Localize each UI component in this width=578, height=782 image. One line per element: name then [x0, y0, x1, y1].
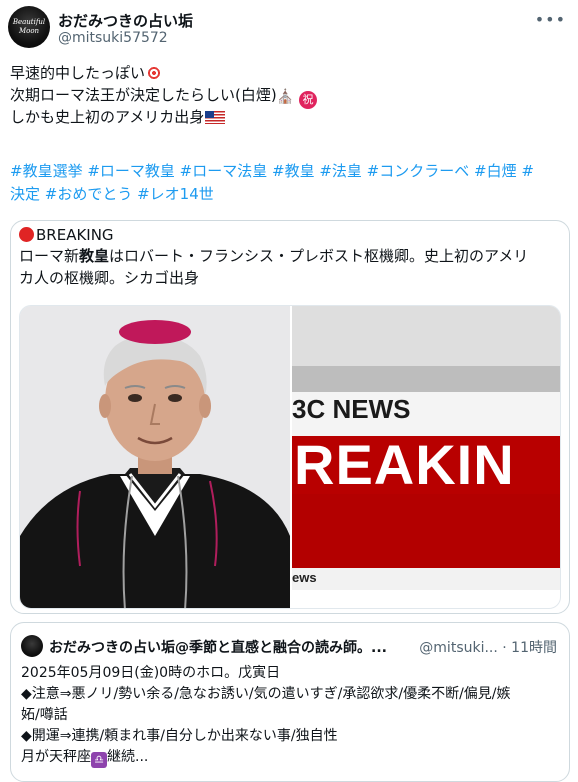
red-circle-icon — [19, 227, 34, 242]
quoted-author-name[interactable]: おだみつきの占い垢@季節と直感と融合の読み師。... — [49, 637, 419, 657]
quoted-text: 2025年05月09日(金)0時のホロ。戊寅日 ◆注意⇒悪ノリ/勢い余る/急なお… — [21, 663, 561, 768]
bbc-breaking-text: REAKIN — [294, 436, 515, 494]
celebration-icon: 祝 — [298, 91, 317, 109]
author-display-name[interactable]: おだみつきの占い垢 — [58, 10, 193, 31]
quote-text-line-2: カ人の枢機卿。シカゴ出身 — [19, 269, 200, 287]
us-flag-icon — [205, 111, 226, 124]
bbc-breaking-banner: REAKIN — [292, 436, 560, 494]
breaking-label: BREAKING — [36, 226, 114, 244]
quoted-line-5-pre: 月が天秤座 — [21, 749, 91, 765]
bbc-grey-bar — [292, 366, 560, 392]
more-dots-icon[interactable]: ••• — [535, 10, 566, 29]
quoted-line-5-post: 継続... — [107, 749, 149, 765]
bbc-lower-text: ews — [292, 570, 317, 585]
quoted-line-2: ◆注意⇒悪ノリ/勢い余る/急なお誘い/気の遣いすぎ/承認欲求/優柔不断/偏見/嫉 — [21, 686, 511, 702]
quote-text: ローマ新教皇はロバート・フランシス・プレボスト枢機卿。史上初のアメリ カ人の枢機… — [19, 245, 563, 289]
target-icon — [146, 65, 163, 81]
avatar[interactable]: Beautiful Moon — [8, 6, 50, 48]
second-quoted-tweet[interactable]: おだみつきの占い垢@季節と直感と融合の読み師。... @mitsuki... ·… — [10, 622, 570, 782]
portrait-illustration — [20, 306, 290, 608]
hashtags-line-2[interactable]: 決定 #おめでとう #レオ14世 — [10, 183, 566, 206]
bbc-bottom-white — [292, 590, 560, 608]
quoted-line-1: 2025年05月09日(金)0時のホロ。戊寅日 — [21, 665, 281, 681]
quote-text-post: はロバート・フランシス・プレボスト枢機卿。史上初のアメリ — [109, 247, 529, 265]
quote-text-pre: ローマ新 — [19, 247, 80, 265]
quoted-line-3: 妬/噂話 — [21, 707, 68, 723]
hashtags-line-1[interactable]: #教皇選挙 #ローマ教皇 #ローマ法皇 #教皇 #法皇 #コンクラーベ #白煙 … — [10, 160, 566, 183]
tweet-text: 早速的中したっぽい 次期ローマ法王が決定したらしい(白煙)⛪ 祝 しかも史上初の… — [10, 62, 566, 128]
bbc-background — [292, 306, 560, 366]
author-handle[interactable]: @mitsuki57572 — [58, 30, 168, 46]
hashtags[interactable]: #教皇選挙 #ローマ教皇 #ローマ法皇 #教皇 #法皇 #コンクラーベ #白煙 … — [10, 160, 566, 206]
quoted-author-meta[interactable]: @mitsuki... · 11時間 — [419, 637, 557, 657]
media-grid[interactable]: 3C NEWS REAKIN ews — [19, 305, 561, 609]
tweet-line-2: 次期ローマ法王が決定したらしい(白煙) — [10, 86, 277, 104]
quote-text-bold: 教皇 — [79, 247, 110, 265]
avatar[interactable] — [21, 635, 43, 657]
church-icon: ⛪ — [276, 89, 295, 105]
portrait-photo[interactable] — [20, 306, 290, 608]
quoted-tweet-card[interactable]: BREAKING ローマ新教皇はロバート・フランシス・プレボスト枢機卿。史上初の… — [10, 220, 570, 614]
tweet-line-1: 早速的中したっぽい — [10, 64, 146, 82]
bbc-breaking-photo[interactable]: 3C NEWS REAKIN ews — [292, 306, 560, 608]
tweet-line-3: しかも史上初のアメリカ出身 — [10, 108, 205, 126]
tweet-header: Beautiful Moon おだみつきの占い垢 @mitsuki57572 •… — [8, 6, 570, 50]
bbc-news-logo: 3C NEWS — [292, 394, 411, 424]
quoted-line-4: ◆開運⇒連携/頼まれ事/自分しか出来ない事/独自性 — [21, 728, 338, 744]
bbc-lower-strip — [292, 568, 560, 590]
avatar-text: Beautiful Moon — [12, 18, 46, 35]
libra-icon: ♎ — [91, 752, 107, 768]
breaking-header: BREAKING — [19, 225, 114, 245]
